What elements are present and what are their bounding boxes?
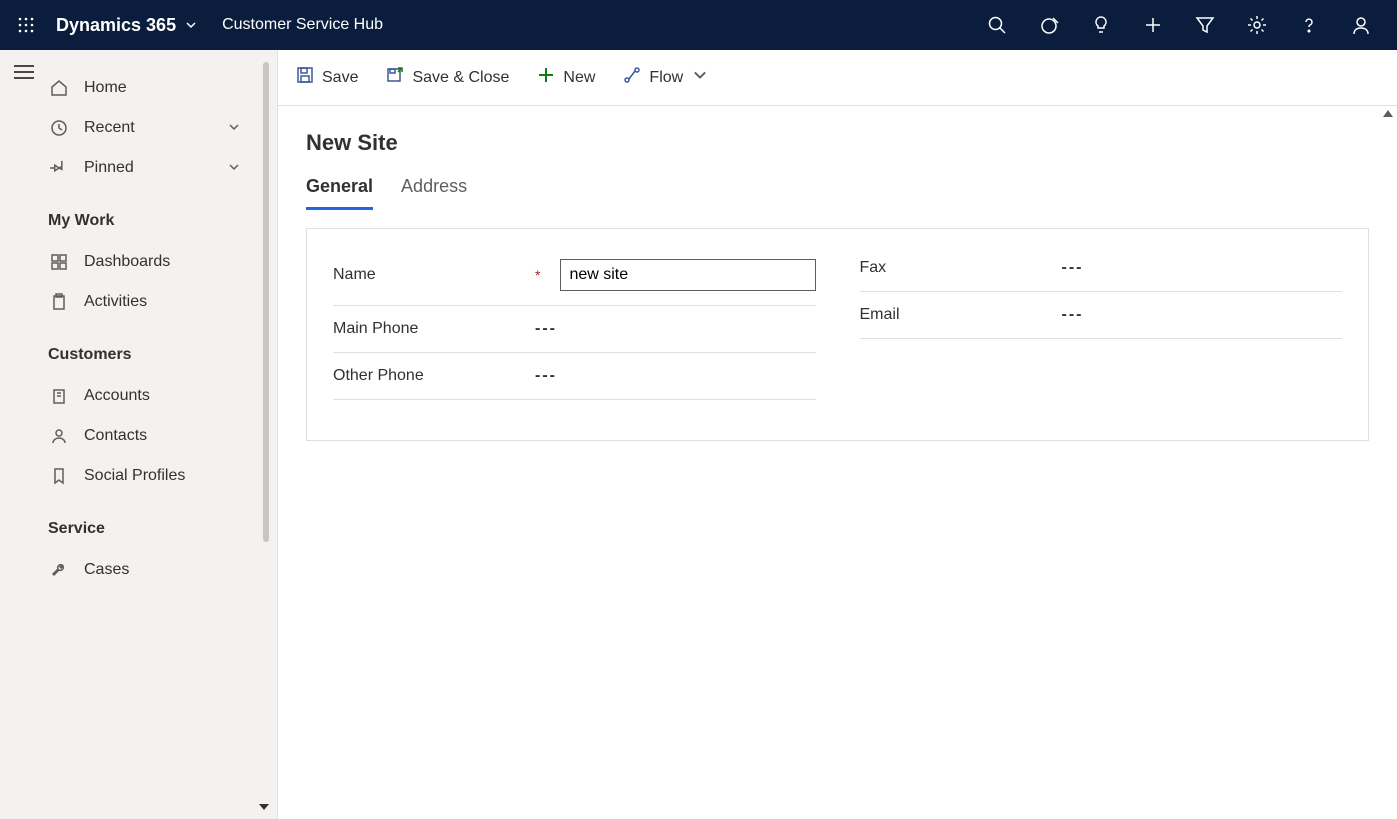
bookmark-icon xyxy=(48,467,70,485)
save-button[interactable]: Save xyxy=(296,66,358,89)
hub-name-label[interactable]: Customer Service Hub xyxy=(222,16,383,34)
wrench-icon xyxy=(48,561,70,579)
clock-icon xyxy=(48,119,70,137)
field-name-row: Name * xyxy=(333,245,816,306)
nav-activities[interactable]: Activities xyxy=(48,282,277,322)
chevron-down-icon xyxy=(691,66,709,89)
nav-contacts[interactable]: Contacts xyxy=(48,416,277,456)
save-close-button[interactable]: Save & Close xyxy=(386,66,509,89)
save-label: Save xyxy=(322,69,358,87)
new-label: New xyxy=(563,69,595,87)
building-icon xyxy=(48,387,70,405)
task-icon[interactable] xyxy=(1037,13,1061,37)
flow-label: Flow xyxy=(649,69,683,87)
required-indicator: * xyxy=(535,267,540,283)
save-close-label: Save & Close xyxy=(412,69,509,87)
mainphone-value: --- xyxy=(535,320,816,338)
filter-icon[interactable] xyxy=(1193,13,1217,37)
dashboard-icon xyxy=(48,253,70,271)
sidebar: Home Recent Pinned My Work Dashboards Ac… xyxy=(0,50,278,819)
field-mainphone-row[interactable]: Main Phone --- xyxy=(333,306,816,353)
clipboard-icon xyxy=(48,293,70,311)
otherphone-value: --- xyxy=(535,367,816,385)
email-value: --- xyxy=(1062,306,1343,324)
top-navigation-bar: Dynamics 365 Customer Service Hub xyxy=(0,0,1397,50)
nav-home[interactable]: Home xyxy=(48,68,277,108)
command-bar: Save Save & Close New Flow xyxy=(278,50,1397,106)
search-icon[interactable] xyxy=(985,13,1009,37)
nav-activities-label: Activities xyxy=(84,293,147,311)
home-icon xyxy=(48,79,70,97)
nav-dashboards-label: Dashboards xyxy=(84,253,170,271)
nav-social-profiles[interactable]: Social Profiles xyxy=(48,456,277,496)
lightbulb-icon[interactable] xyxy=(1089,13,1113,37)
nav-accounts-label: Accounts xyxy=(84,387,150,405)
main-content: Save Save & Close New Flow New Site Gene… xyxy=(278,50,1397,819)
field-fax-label: Fax xyxy=(860,259,1050,277)
add-icon[interactable] xyxy=(1141,13,1165,37)
field-name-label: Name xyxy=(333,266,523,284)
app-launcher-button[interactable] xyxy=(12,11,40,39)
nav-home-label: Home xyxy=(84,79,127,97)
save-icon xyxy=(296,66,314,89)
group-mywork: My Work xyxy=(48,188,277,242)
nav-recent-label: Recent xyxy=(84,119,135,137)
field-otherphone-label: Other Phone xyxy=(333,367,523,385)
tab-address[interactable]: Address xyxy=(401,176,467,210)
brand-label[interactable]: Dynamics 365 xyxy=(56,15,176,36)
form-tabs: General Address xyxy=(306,176,1369,210)
nav-contacts-label: Contacts xyxy=(84,427,147,445)
nav-pinned-label: Pinned xyxy=(84,159,134,177)
save-close-icon xyxy=(386,66,404,89)
chevron-down-icon xyxy=(227,120,241,137)
field-otherphone-row[interactable]: Other Phone --- xyxy=(333,353,816,400)
user-icon[interactable] xyxy=(1349,13,1373,37)
flow-icon xyxy=(623,66,641,89)
pin-icon xyxy=(48,159,70,177)
nav-cases[interactable]: Cases xyxy=(48,550,277,590)
hamburger-button[interactable] xyxy=(14,64,34,819)
person-icon xyxy=(48,427,70,445)
nav-cases-label: Cases xyxy=(84,561,129,579)
nav-recent[interactable]: Recent xyxy=(48,108,277,148)
nav-dashboards[interactable]: Dashboards xyxy=(48,242,277,282)
new-button[interactable]: New xyxy=(537,66,595,89)
field-email-label: Email xyxy=(860,306,1050,324)
field-mainphone-label: Main Phone xyxy=(333,320,523,338)
page-title: New Site xyxy=(306,130,1369,156)
field-fax-row[interactable]: Fax --- xyxy=(860,245,1343,292)
fax-value: --- xyxy=(1062,259,1343,277)
settings-icon[interactable] xyxy=(1245,13,1269,37)
scroll-down-arrow-icon[interactable] xyxy=(259,797,269,813)
help-icon[interactable] xyxy=(1297,13,1321,37)
nav-pinned[interactable]: Pinned xyxy=(48,148,277,188)
form-panel: Name * Main Phone --- Other Phone --- xyxy=(306,228,1369,441)
flow-button[interactable]: Flow xyxy=(623,66,709,89)
tab-general[interactable]: General xyxy=(306,176,373,210)
field-email-row[interactable]: Email --- xyxy=(860,292,1343,339)
brand-chevron-icon[interactable] xyxy=(184,18,198,32)
nav-social-label: Social Profiles xyxy=(84,467,185,485)
plus-icon xyxy=(537,66,555,89)
chevron-down-icon xyxy=(227,160,241,177)
name-input[interactable] xyxy=(560,259,815,291)
nav-accounts[interactable]: Accounts xyxy=(48,376,277,416)
group-customers: Customers xyxy=(48,322,277,376)
content-scroll-up-arrow-icon[interactable] xyxy=(1383,110,1393,117)
group-service: Service xyxy=(48,496,277,550)
sidebar-scrollbar[interactable] xyxy=(263,62,269,542)
